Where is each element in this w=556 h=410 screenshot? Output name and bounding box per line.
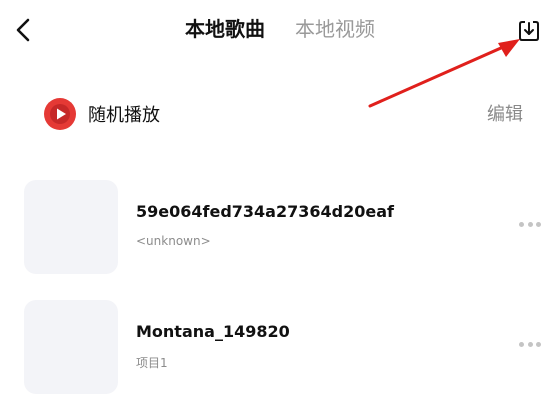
song-list-item[interactable]: Montana_149820 项目1	[0, 298, 556, 394]
song-list-item[interactable]: 59e064fed734a27364d20eaf <unknown>	[0, 178, 556, 274]
song-artist: <unknown>	[136, 234, 211, 248]
tab-local-songs-label: 本地歌曲	[185, 17, 265, 41]
more-dots-icon	[536, 221, 541, 227]
song-cover	[24, 300, 118, 394]
back-button[interactable]	[10, 14, 36, 46]
song-title: Montana_149820	[136, 322, 290, 341]
song-cover	[24, 180, 118, 274]
song-more-button[interactable]	[519, 338, 541, 350]
play-circle-icon	[44, 98, 76, 130]
song-artist: 项目1	[136, 356, 168, 370]
more-dots-icon	[536, 341, 541, 347]
more-dots-icon	[519, 341, 524, 347]
edit-button[interactable]: 编辑	[487, 100, 523, 126]
song-more-button[interactable]	[519, 218, 541, 230]
more-dots-icon	[519, 221, 524, 227]
tab-local-songs[interactable]: 本地歌曲	[185, 14, 265, 44]
song-title: 59e064fed734a27364d20eaf	[136, 202, 394, 221]
more-dots-icon	[527, 341, 533, 347]
more-dots-icon	[527, 221, 533, 227]
shuffle-play-button[interactable]: 随机播放	[44, 96, 160, 132]
chevron-left-icon	[16, 18, 30, 42]
shuffle-play-label: 随机播放	[88, 105, 160, 126]
